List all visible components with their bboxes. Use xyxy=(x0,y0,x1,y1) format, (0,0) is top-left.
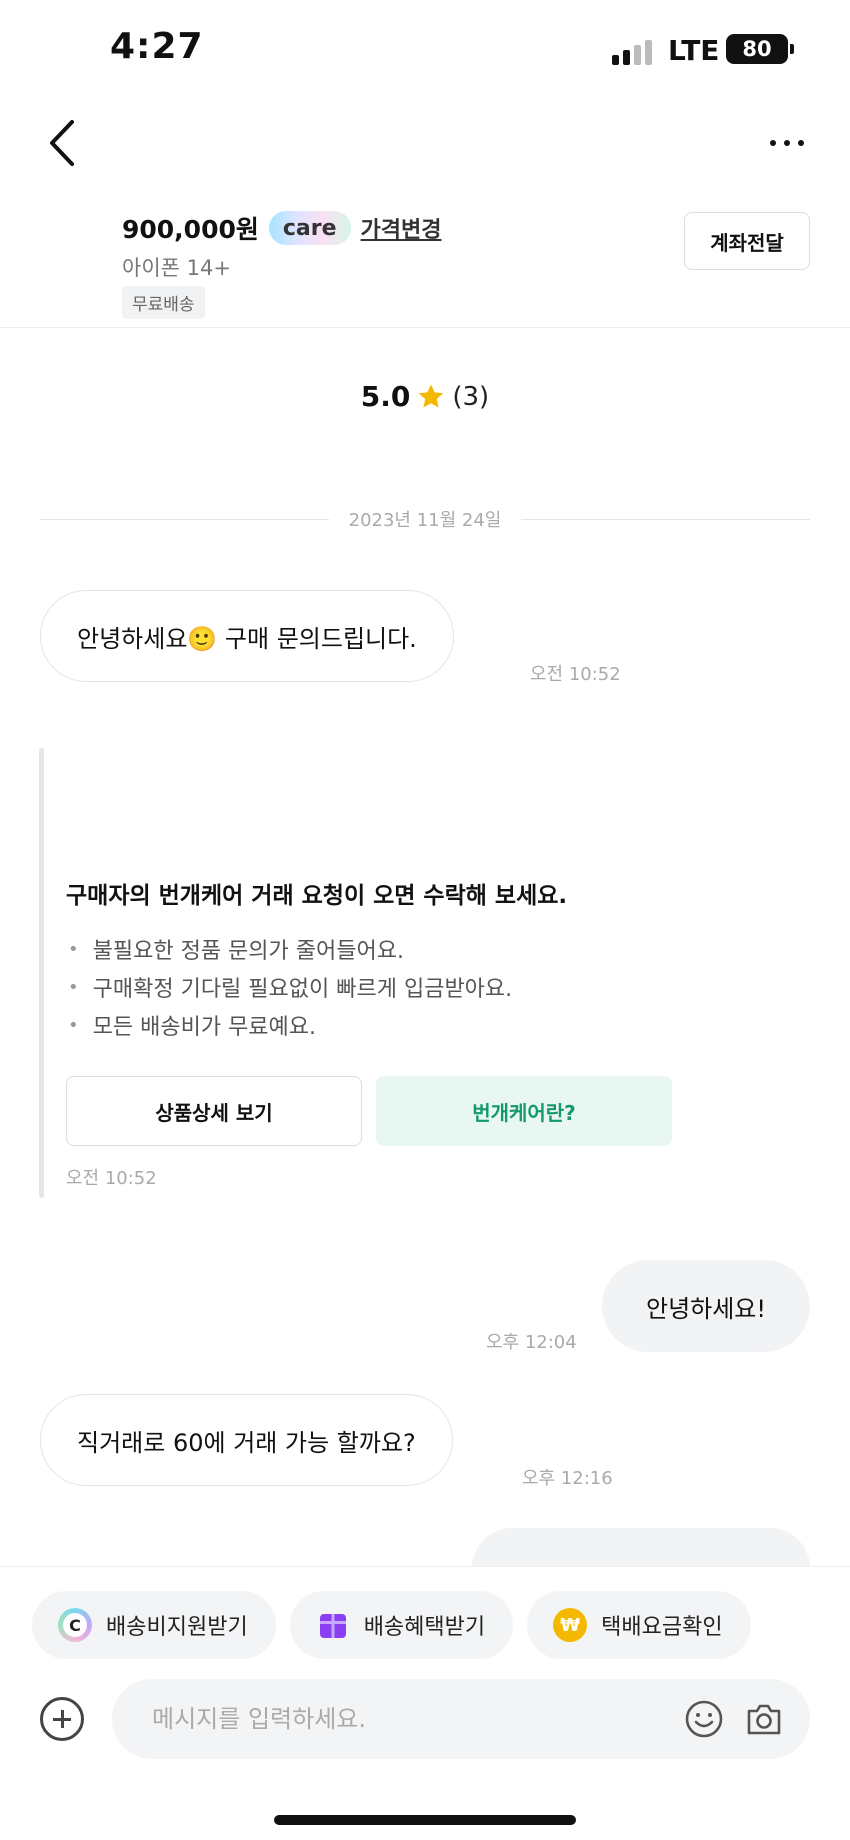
price-change-link[interactable]: 가격변경 xyxy=(361,212,442,244)
free-shipping-badge: 무료배송 xyxy=(122,286,205,319)
care-badge: care xyxy=(268,211,351,245)
notice-item: 모든 배송비가 무료예요. xyxy=(68,1006,512,1044)
divider-line xyxy=(521,518,810,520)
chip-label: 배송비지원받기 xyxy=(106,1615,248,1640)
notice-item: 구매확정 기다릴 필요없이 빠르게 입금받아요. xyxy=(68,968,513,1006)
product-name: 아이폰 14+ xyxy=(122,256,231,280)
delivery-fee-chip[interactable]: ₩ 택배요금확인 xyxy=(527,1591,751,1659)
status-time: 4:27 xyxy=(110,26,204,67)
shipping-support-chip[interactable]: C 배송비지원받기 xyxy=(32,1591,276,1659)
date-label: 2023년 11월 24일 xyxy=(348,510,502,531)
message-input[interactable] xyxy=(152,1679,672,1759)
message-time: 오후 12:16 xyxy=(522,1468,613,1489)
dot xyxy=(798,140,804,146)
notice-time: 오전 10:52 xyxy=(66,1168,157,1189)
account-transfer-button[interactable]: 계좌전달 xyxy=(684,212,810,270)
back-button[interactable] xyxy=(44,118,84,168)
camera-icon[interactable] xyxy=(744,1699,784,1739)
add-attachment-button[interactable] xyxy=(40,1697,84,1741)
notice-item: 불필요한 정품 문의가 줄어들어요. xyxy=(68,930,512,968)
product-price: 900,000원 xyxy=(122,215,259,244)
care-info-button[interactable]: 번개케어란? xyxy=(376,1076,672,1146)
date-divider: 2023년 11월 24일 xyxy=(40,506,810,532)
network-label: LTE xyxy=(668,34,720,67)
status-bar: 4:27 LTE 80 xyxy=(0,0,850,100)
message-time: 오후 12:04 xyxy=(486,1332,577,1353)
bottom-composer: C 배송비지원받기 배송혜택받기 ₩ 택배요금확인 xyxy=(0,1566,850,1840)
divider-line xyxy=(40,518,329,520)
notice-title: 구매자의 번개케어 거래 요청이 오면 수락해 보세요. xyxy=(66,883,568,909)
battery-tip xyxy=(790,44,794,54)
notice-card-bar xyxy=(39,748,44,1198)
chevron-left-icon xyxy=(50,120,74,166)
message-bubble-incoming: 직거래로 60에 거래 가능 할까요? xyxy=(40,1394,453,1486)
won-coin-icon: ₩ xyxy=(553,1608,588,1642)
product-detail-button[interactable]: 상품상세 보기 xyxy=(66,1076,362,1146)
battery-icon: 80 xyxy=(726,34,788,64)
chip-label: 배송혜택받기 xyxy=(363,1615,486,1640)
home-indicator xyxy=(274,1815,576,1825)
message-bubble-incoming: 안녕하세요🙂 구매 문의드립니다. xyxy=(40,590,454,682)
gift-icon xyxy=(319,1614,346,1638)
product-header: 900,000원 care 가격변경 아이폰 14+ 무료배송 계좌전달 xyxy=(0,196,850,328)
signal-icon xyxy=(612,40,652,65)
message-input-wrapper xyxy=(112,1679,810,1759)
star-icon xyxy=(419,384,444,407)
dot xyxy=(784,140,790,146)
price-row: 900,000원 care 가격변경 xyxy=(122,210,442,246)
seller-rating: 5.0 (3) xyxy=(0,380,850,413)
dot xyxy=(770,140,776,146)
message-bubble-outgoing: 안녕하세요! xyxy=(602,1260,810,1352)
quick-actions: C 배송비지원받기 배송혜택받기 ₩ 택배요금확인 xyxy=(32,1591,751,1659)
emoji-icon[interactable] xyxy=(684,1699,724,1739)
care-c-icon: C xyxy=(58,1608,92,1642)
more-options-button[interactable] xyxy=(770,128,820,158)
rating-count: (3) xyxy=(452,381,490,412)
shipping-benefit-chip[interactable]: 배송혜택받기 xyxy=(289,1591,514,1659)
message-time: 오전 10:52 xyxy=(530,664,621,685)
rating-score: 5.0 xyxy=(360,380,411,413)
notice-list: 불필요한 정품 문의가 줄어들어요. 구매확정 기다릴 필요없이 빠르게 입금받… xyxy=(68,930,513,1044)
chip-label: 택배요금확인 xyxy=(601,1615,723,1640)
